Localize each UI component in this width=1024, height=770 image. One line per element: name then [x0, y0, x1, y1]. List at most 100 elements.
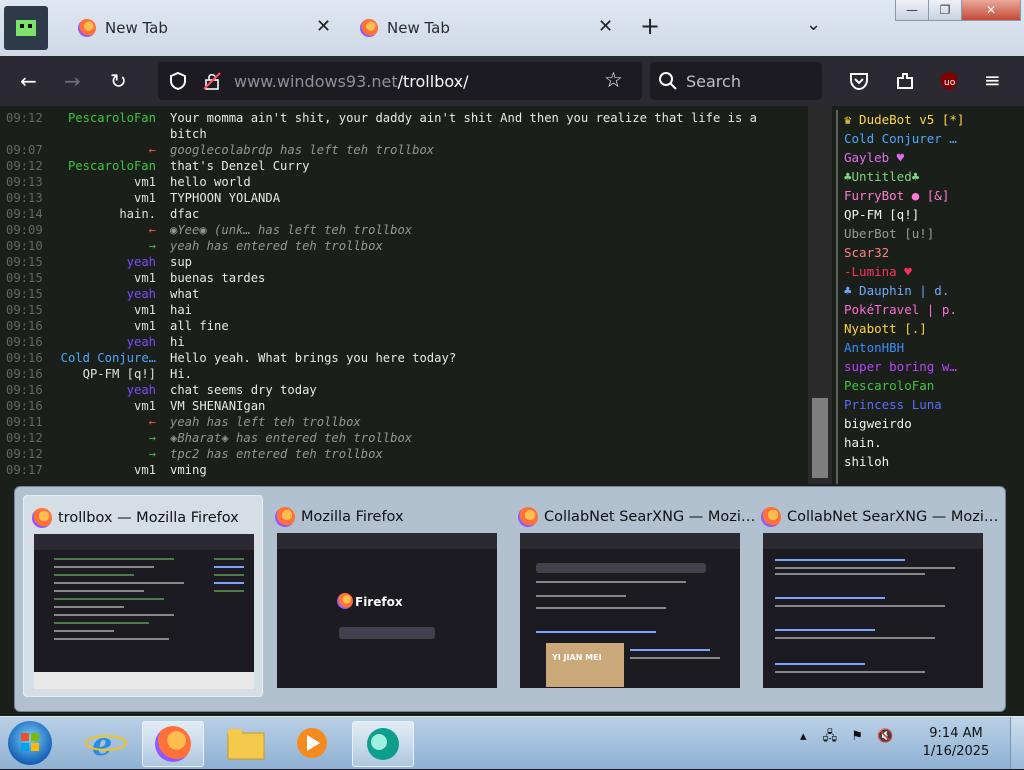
ublock-origin-icon[interactable]: uo	[938, 70, 960, 92]
insecure-lock-icon[interactable]	[202, 71, 222, 91]
user-list-item[interactable]: PescaroloFan	[838, 376, 1024, 395]
user-list-item[interactable]: AntonHBH	[838, 338, 1024, 357]
maximize-button[interactable]: ❐	[928, 0, 962, 21]
message-nick[interactable]: vm1	[134, 318, 156, 334]
message-nick[interactable]: →	[149, 430, 156, 446]
clock[interactable]: 9:14 AM 1/16/2025	[920, 725, 992, 761]
user-list-item[interactable]: Princess Luna	[838, 395, 1024, 414]
firefox-icon	[518, 507, 538, 527]
pocket-icon[interactable]	[848, 70, 870, 92]
message-nick[interactable]: yeah	[127, 286, 156, 302]
message-time: 09:12	[6, 111, 43, 125]
user-list-item[interactable]: ♛ DudeBot v5 [*]	[838, 110, 1024, 129]
message-nick[interactable]: PescaroloFan	[68, 110, 156, 126]
thumb-search-box	[339, 627, 435, 639]
preview-window-1[interactable]: trollbox — Mozilla Firefox	[23, 495, 263, 697]
reload-icon[interactable]: ↻	[110, 69, 127, 93]
message-nick[interactable]: →	[149, 238, 156, 254]
user-list-item[interactable]: PokéTravel | p.	[838, 300, 1024, 319]
user-list-item[interactable]: UberBot [u!]	[838, 224, 1024, 243]
chevron-down-icon[interactable]: ⌄	[806, 14, 821, 35]
user-list-item[interactable]: shiloh	[838, 452, 1024, 471]
minimize-button[interactable]: —	[895, 0, 929, 21]
user-list-item[interactable]: FurryBot ● [&]	[838, 186, 1024, 205]
taskbar-internet-explorer[interactable]: e	[76, 721, 136, 765]
message-nick[interactable]: ←	[149, 414, 156, 430]
user-list-item[interactable]: Gayleb ♥	[838, 148, 1024, 167]
message-text: hello world	[170, 175, 251, 189]
bookmark-star-icon[interactable]: ☆	[604, 68, 623, 92]
message-nick[interactable]: PescaroloFan	[68, 158, 156, 174]
user-list-item[interactable]: -Lumina ♥	[838, 262, 1024, 281]
message-nick[interactable]: yeah	[127, 254, 156, 270]
url-bar[interactable]: www.windows93.net/trollbox/ ☆	[158, 62, 642, 100]
preview-window-2[interactable]: Mozilla Firefox Firefox	[267, 495, 505, 695]
user-list-item[interactable]: super boring w…	[838, 357, 1024, 376]
taskbar-firefox[interactable]	[142, 721, 204, 767]
user-list-item[interactable]: bigweirdo	[838, 414, 1024, 433]
forward-icon[interactable]: →	[64, 69, 81, 93]
user-list-item[interactable]: QP-FM [q!]	[838, 205, 1024, 224]
message-time: 09:16	[6, 335, 43, 349]
flag-icon[interactable]: ⚑	[851, 729, 863, 744]
search-bar[interactable]: Search	[650, 62, 822, 100]
scrollbar-thumb[interactable]	[812, 398, 828, 478]
preview-window-3[interactable]: CollabNet SearXNG — Mozi… YI JIAN MEI	[510, 495, 755, 695]
message-nick[interactable]: ←	[149, 222, 156, 238]
message-nick[interactable]: Cold Conjure…	[61, 350, 156, 366]
chat-message: 09:15 yeah sup	[0, 254, 806, 270]
volume-muted-icon[interactable]: 🔇	[877, 729, 893, 744]
user-list-item[interactable]: Cold Conjurer …	[838, 129, 1024, 148]
user-list-item[interactable]: ♣ Dauphin | d.	[838, 281, 1024, 300]
message-nick[interactable]: vm1	[134, 462, 156, 478]
message-nick[interactable]: vm1	[134, 398, 156, 414]
message-nick[interactable]: →	[149, 446, 156, 462]
network-icon[interactable]: 🖧	[823, 729, 838, 744]
show-desktop-button[interactable]	[1010, 717, 1024, 769]
chat-message: 09:09 ← ◉Yee◉ (unk… has left teh trollbox	[0, 222, 806, 238]
svg-text:uo: uo	[944, 78, 956, 88]
message-nick[interactable]: vm1	[134, 174, 156, 190]
message-nick[interactable]: yeah	[127, 382, 156, 398]
extensions-icon[interactable]	[894, 70, 916, 92]
preview-title: trollbox — Mozilla Firefox	[32, 508, 239, 528]
clock-date: 1/16/2025	[922, 744, 990, 759]
preview-window-4[interactable]: CollabNet SearXNG — Mozi…	[753, 495, 998, 695]
close-tab-icon[interactable]: ✕	[316, 16, 331, 37]
app-icon[interactable]	[4, 6, 48, 50]
thumb-chat-line	[54, 606, 124, 608]
message-nick[interactable]: QP-FM [q!]	[83, 366, 156, 382]
message-text: chat seems dry today	[170, 383, 317, 397]
message-text: hai	[170, 303, 193, 317]
thumb-line	[775, 567, 955, 569]
new-tab-button[interactable]: +	[640, 12, 660, 40]
message-nick[interactable]: vm1	[134, 270, 156, 286]
taskbar-app[interactable]	[352, 721, 414, 767]
chat-scrollbar[interactable]	[808, 106, 832, 484]
message-nick[interactable]: hain.	[119, 206, 156, 222]
taskbar-file-explorer[interactable]	[216, 721, 276, 765]
tab-label: New Tab	[387, 19, 450, 37]
user-list-item[interactable]: ♣Untitled♣	[838, 167, 1024, 186]
close-window-button[interactable]: ✕	[961, 0, 1021, 21]
chat-message: 09:12 PescaroloFan Your momma ain't shit, …	[0, 110, 806, 126]
tab-2[interactable]: New Tab	[360, 10, 450, 46]
user-list-item[interactable]: hain.	[838, 433, 1024, 452]
message-nick[interactable]: vm1	[134, 302, 156, 318]
thumb-line	[775, 573, 925, 575]
user-list-item[interactable]: Nyabott [.]	[838, 319, 1024, 338]
taskbar-media-player[interactable]	[282, 721, 342, 765]
menu-icon[interactable]: ≡	[984, 68, 1001, 92]
firefox-icon	[32, 508, 52, 528]
message-nick[interactable]: ←	[149, 142, 156, 158]
message-nick[interactable]: vm1	[134, 190, 156, 206]
shield-icon[interactable]	[168, 71, 188, 91]
back-icon[interactable]: ←	[20, 69, 37, 93]
start-button[interactable]	[8, 721, 52, 765]
user-list-item[interactable]: Scar32	[838, 243, 1024, 262]
show-hidden-icons[interactable]: ▴	[800, 729, 807, 744]
tab-1[interactable]: New Tab	[78, 10, 168, 46]
message-nick[interactable]: yeah	[127, 334, 156, 350]
close-tab-icon[interactable]: ✕	[598, 16, 613, 37]
message-text: buenas tardes	[170, 271, 266, 285]
